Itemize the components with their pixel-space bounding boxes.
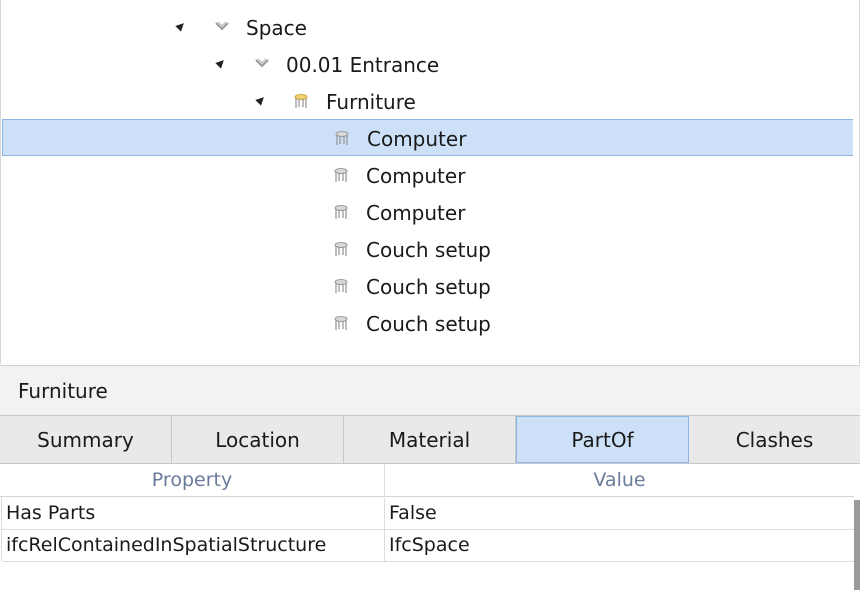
furniture-icon: [334, 316, 348, 330]
table-row[interactable]: Has Parts False: [2, 498, 854, 530]
column-header-property[interactable]: Property: [0, 464, 385, 496]
furniture-icon: [334, 168, 348, 182]
expand-arrow-icon[interactable]: [175, 20, 187, 32]
tree-row-computer-3[interactable]: Computer: [1, 194, 859, 231]
furniture-icon: [335, 131, 349, 145]
tab-summary[interactable]: Summary: [0, 416, 172, 463]
space-icon: [255, 58, 269, 68]
tree-row-couch-3[interactable]: Couch setup: [1, 305, 859, 342]
tree-node-label: 00.01 Entrance: [286, 53, 440, 77]
tree-node-label: Computer: [366, 164, 466, 188]
properties-header: Furniture: [0, 365, 860, 415]
properties-tabs: Summary Location Material PartOf Clashes: [0, 415, 860, 464]
expand-arrow-icon[interactable]: [215, 57, 227, 69]
tree-node-label: Space: [246, 16, 307, 40]
properties-grid: Property Value Has Parts False ifcRelCon…: [0, 464, 860, 590]
property-cell: Has Parts: [2, 498, 385, 529]
tree-row-couch-1[interactable]: Couch setup: [1, 231, 859, 268]
tree-node-label: Computer: [366, 201, 466, 225]
column-header-value[interactable]: Value: [385, 464, 854, 496]
tree-node-label: Furniture: [326, 90, 416, 114]
space-icon: [215, 21, 229, 31]
tab-material[interactable]: Material: [344, 416, 516, 463]
model-tree: Space 00.01 Entrance Furniture Computer …: [0, 0, 860, 364]
tree-node-label: Couch setup: [366, 312, 491, 336]
grid-scrollbar[interactable]: [854, 500, 860, 590]
tree-node-label: Couch setup: [366, 275, 491, 299]
property-cell: ifcRelContainedInSpatialStructure: [2, 530, 385, 561]
tree-node-label: Couch setup: [366, 238, 491, 262]
tree-row-couch-2[interactable]: Couch setup: [1, 268, 859, 305]
tree-row-space[interactable]: Space: [1, 9, 859, 46]
properties-title: Furniture: [18, 379, 108, 403]
table-row[interactable]: ifcRelContainedInSpatialStructure IfcSpa…: [2, 530, 854, 562]
value-cell: IfcSpace: [389, 534, 470, 556]
tree-node-label: Computer: [367, 127, 467, 151]
furniture-icon: [334, 205, 348, 219]
grid-divider: [1, 497, 2, 561]
furniture-icon: [334, 242, 348, 256]
tree-row-computer-2[interactable]: Computer: [1, 157, 859, 194]
value-cell: False: [389, 502, 437, 524]
tree-row-computer-1[interactable]: Computer: [2, 119, 854, 156]
tab-location[interactable]: Location: [172, 416, 344, 463]
grid-header: Property Value: [0, 464, 854, 497]
tree-row-entrance[interactable]: 00.01 Entrance: [1, 46, 859, 83]
tree-row-furniture-group[interactable]: Furniture: [1, 83, 859, 120]
tab-clashes[interactable]: Clashes: [689, 416, 860, 463]
expand-arrow-icon[interactable]: [255, 94, 267, 106]
furniture-icon: [334, 279, 348, 293]
tree-scrollbar[interactable]: [853, 0, 859, 364]
tab-partof[interactable]: PartOf: [516, 416, 689, 463]
furniture-group-icon: [294, 94, 308, 108]
